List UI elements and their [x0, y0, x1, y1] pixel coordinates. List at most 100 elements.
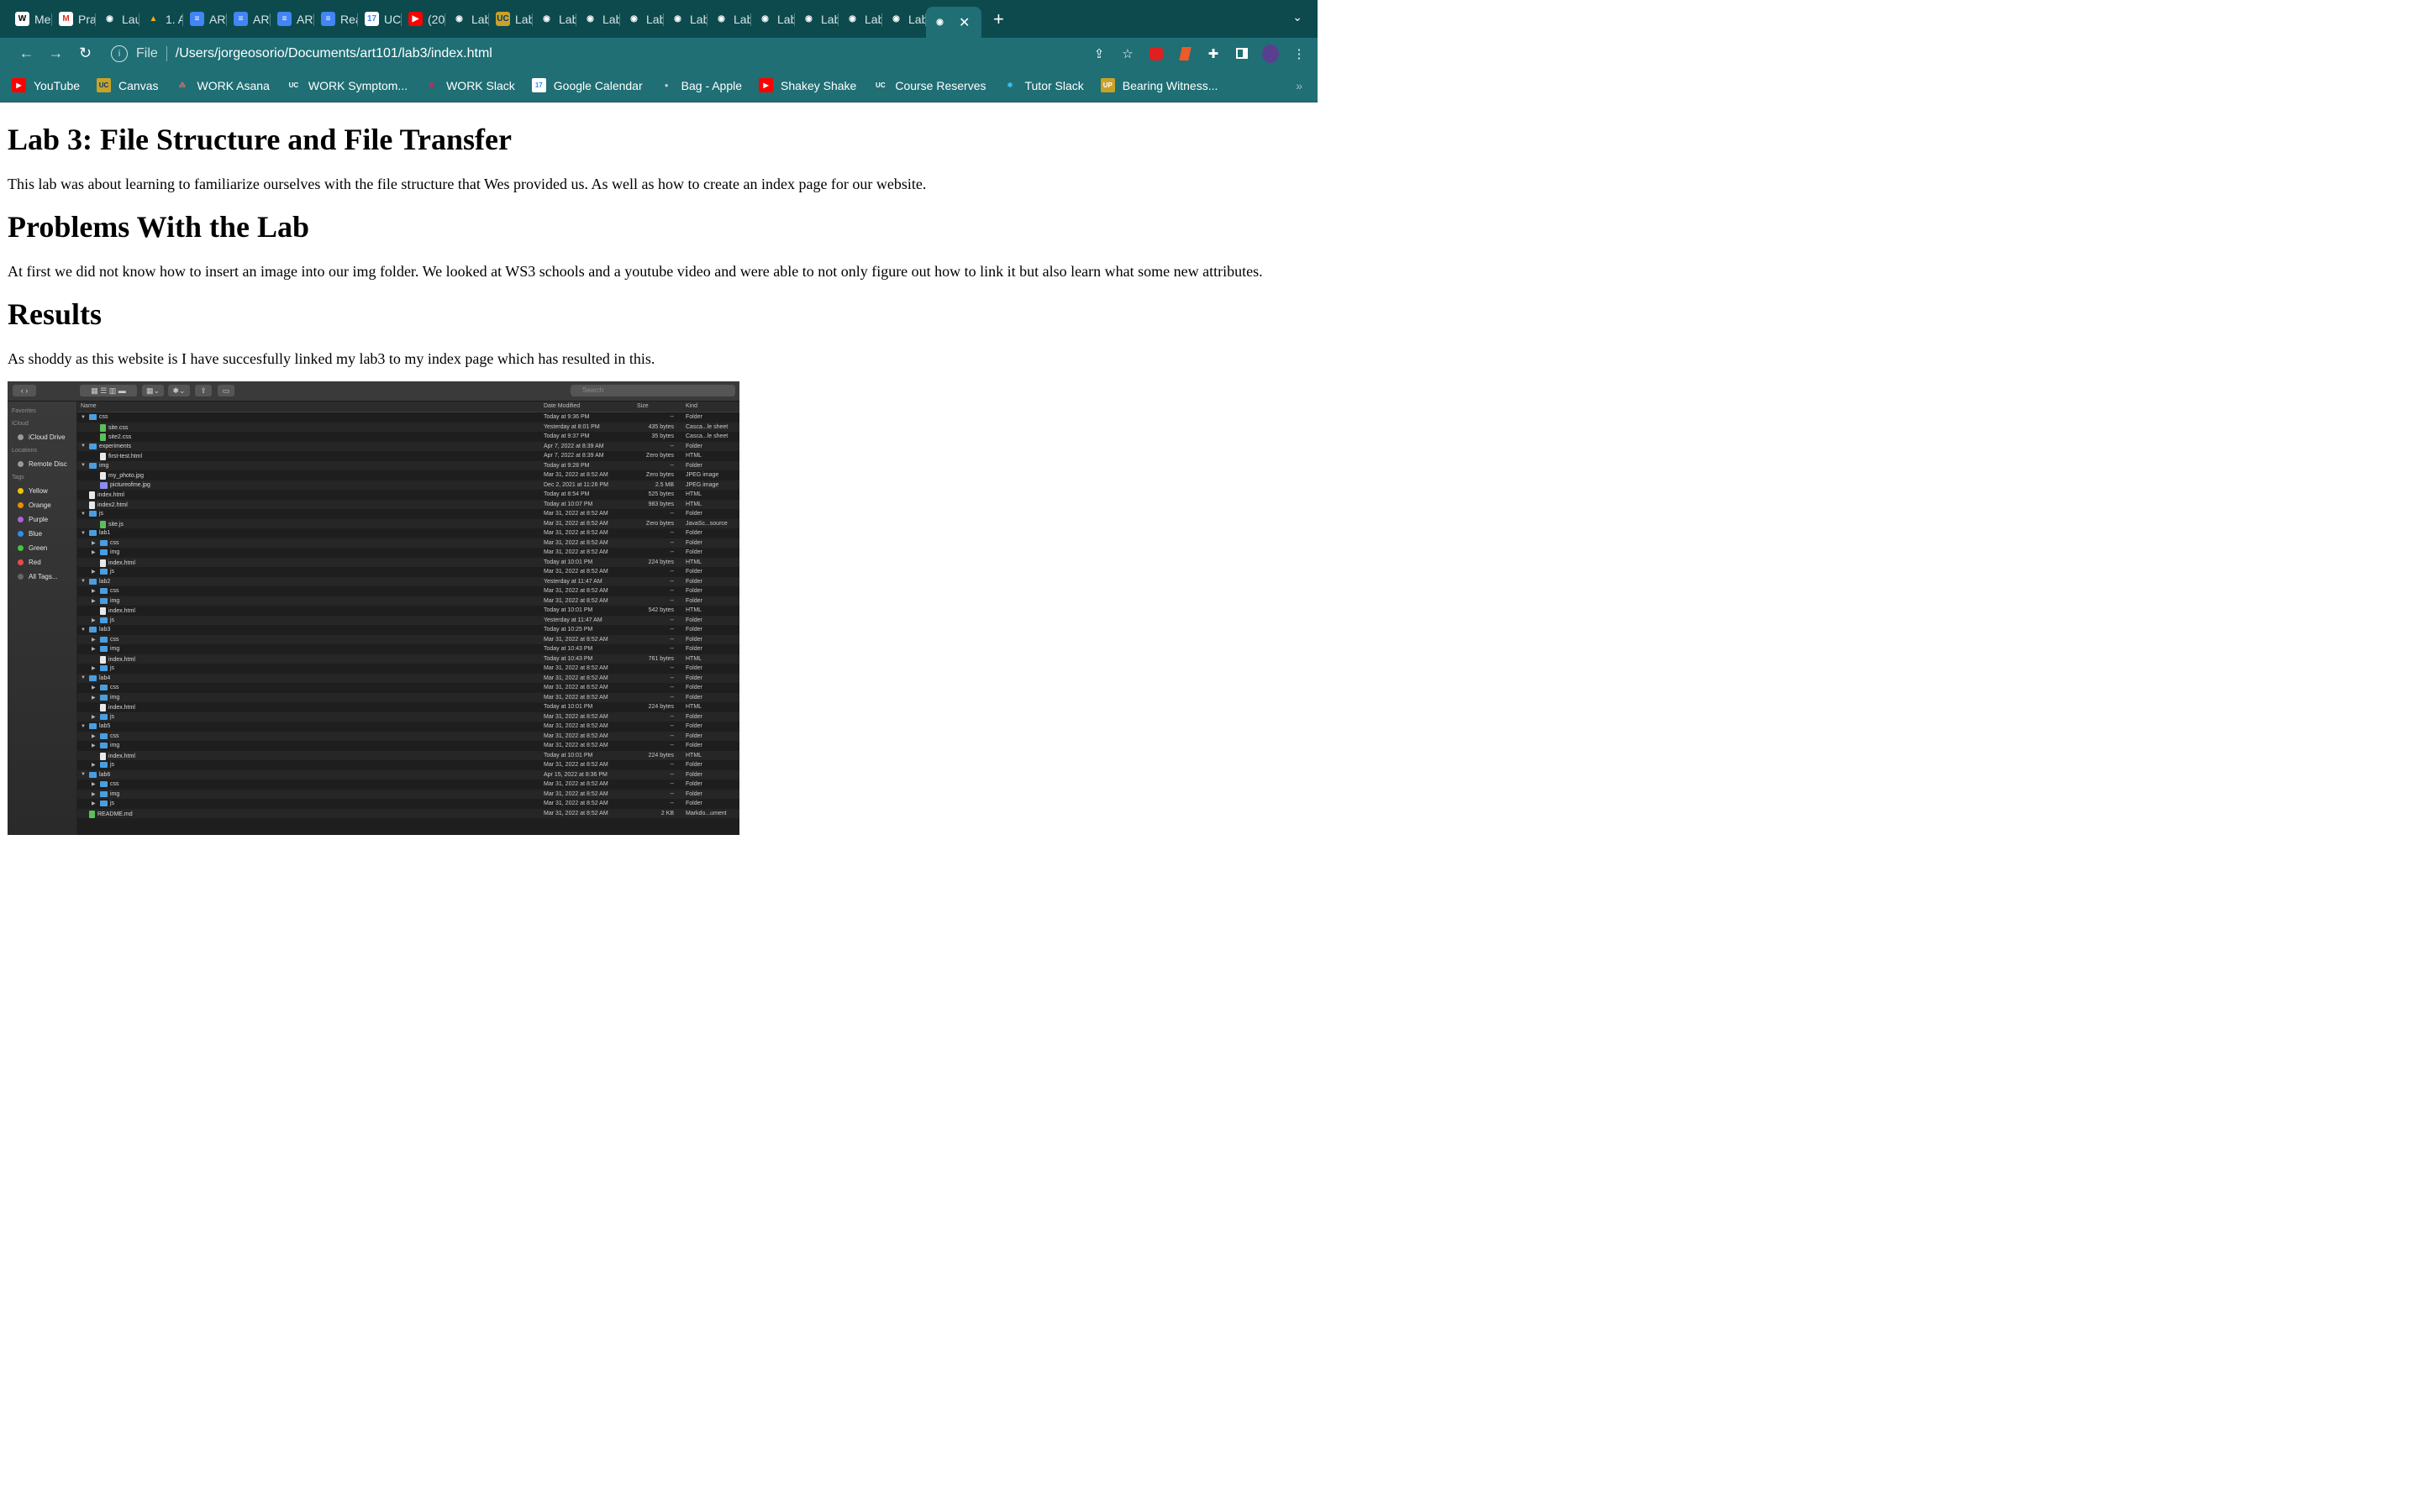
folder-icon [100, 617, 108, 623]
close-tab-icon[interactable]: ✕ [959, 14, 970, 31]
finder-row-kind: Folder [686, 694, 702, 701]
tab-12[interactable]: ◉ Lab [533, 4, 576, 34]
tab-6[interactable]: ≡ ART [271, 4, 314, 34]
finder-row-label: css [110, 781, 119, 787]
bookmark-item[interactable]: UC Course Reserves [873, 78, 986, 92]
finder-row-kind: Markdo...ument [686, 810, 727, 816]
google-docs-icon: ≡ [234, 12, 248, 26]
finder-row-label: lab6 [99, 771, 111, 778]
finder-sidebar-heading: Tags [8, 475, 76, 480]
tab-label: Lab [865, 12, 882, 26]
tab-18[interactable]: ◉ Lab [795, 4, 839, 34]
share-icon[interactable]: ⇪ [1091, 45, 1107, 62]
finder-row: ▼ lab2 Yesterday at 11:47 AM -- Folder [77, 576, 739, 586]
tab-16[interactable]: ◉ Lab [708, 4, 751, 34]
bookmark-label: WORK Slack [446, 78, 515, 92]
finder-row-name: README.md [81, 810, 133, 818]
finder-row-date: Mar 31, 2022 at 8:52 AM [544, 549, 608, 555]
google-docs-icon: ≡ [321, 12, 335, 26]
finder-sidebar-label: Green [29, 544, 48, 552]
new-tab-button[interactable]: + [993, 8, 1004, 30]
info-icon[interactable]: i [111, 45, 128, 62]
bookmark-item[interactable]: UC WORK Symptom... [287, 78, 408, 92]
bookmark-item[interactable]: ✱ WORK Slack [424, 78, 515, 92]
tab-19[interactable]: ◉ Lab [839, 4, 882, 34]
finder-toolbar: ‹ › ▦ ☰ ▥ ▬ ▦⌄ ✱⌄ ⇪ ▭ Search [8, 381, 739, 402]
finder-row-size: 224 bytes [648, 559, 674, 565]
slack-icon: ✱ [1007, 81, 1013, 89]
tab-17[interactable]: ◉ Lab [751, 4, 795, 34]
tab-10[interactable]: ◉ Lab [445, 4, 489, 34]
bookmark-item[interactable]: ▶ YouTube [12, 78, 80, 92]
finder-row-name: site.css [92, 423, 128, 432]
finder-row-size: -- [670, 743, 674, 748]
bookmark-item[interactable]: ⁂ WORK Asana [175, 78, 270, 92]
bookmark-label: Course Reserves [895, 78, 986, 92]
tab-1[interactable]: M Pra [52, 4, 96, 34]
tab-8[interactable]: 17 UC [358, 4, 402, 34]
bookmark-item[interactable]: ✱ Tutor Slack [1002, 78, 1084, 92]
finder-row: ▶ img Mar 31, 2022 at 8:52 AM -- Folder [77, 548, 739, 558]
finder-row: index.html Today at 10:01 PM 542 bytes HTML [77, 606, 739, 616]
finder-row-kind: HTML [686, 491, 702, 497]
finder-sidebar-item: Blue [8, 530, 76, 538]
globe-icon: ◉ [583, 12, 597, 26]
finder-sidebar: Favorites iCloud iCloud Drive Locations Remo… [8, 402, 76, 835]
finder-row-label: js [110, 762, 115, 768]
adblock-extension-icon[interactable] [1148, 45, 1165, 62]
finder-row-kind: HTML [686, 559, 702, 565]
youtube-icon: ▶ [12, 78, 26, 92]
tab-4[interactable]: ≡ ART [183, 4, 227, 34]
extensions-puzzle-icon[interactable]: ✚ [1205, 45, 1222, 62]
finder-row-size: -- [670, 511, 674, 517]
tab-7[interactable]: ≡ Rea [314, 4, 358, 34]
tab-20[interactable]: ◉ Lab [882, 4, 926, 34]
finder-row-kind: Folder [686, 732, 702, 739]
tab-search-chevron-icon[interactable]: ⌄ [1292, 10, 1302, 24]
address-bar[interactable]: i File /Users/jorgeosorio/Documents/art1… [101, 41, 1134, 66]
extension-orange-icon[interactable] [1176, 45, 1193, 62]
profile-avatar[interactable] [1262, 44, 1279, 63]
tab-9[interactable]: ▶ (20 [402, 4, 445, 34]
bookmarks-overflow-icon[interactable]: » [1296, 79, 1302, 92]
bookmark-item[interactable]: 17 Google Calendar [531, 78, 643, 92]
finder-row: site2.css Today at 9:37 PM 35 bytes Casca..… [77, 432, 739, 442]
tab-label: Rea [340, 12, 358, 26]
side-panel-icon[interactable] [1234, 45, 1250, 62]
finder-row-kind: Folder [686, 743, 702, 748]
tab-13[interactable]: ◉ Lab [576, 4, 620, 34]
finder-row-label: js [110, 569, 115, 575]
bookmark-item[interactable]: UC Canvas [97, 78, 158, 92]
bookmark-item[interactable]: ▶ Shakey Shake [759, 78, 856, 92]
tab-11[interactable]: UC Lab [489, 4, 533, 34]
finder-row-label: my_photo.jpg [108, 473, 145, 479]
finder-row-label: lab4 [99, 675, 111, 681]
finder-row-label: css [110, 539, 119, 546]
forward-button[interactable]: → [41, 45, 71, 62]
tab-3[interactable]: ▲ 1. A [139, 4, 183, 34]
finder-row-kind: Folder [686, 569, 702, 575]
bookmark-star-icon[interactable]: ☆ [1119, 45, 1136, 62]
finder-group-icon: ▦⌄ [142, 385, 164, 396]
disclosure-closed-icon: ▶ [92, 801, 96, 806]
back-button[interactable]: ← [12, 45, 41, 62]
tab-0[interactable]: W Mel [8, 4, 52, 34]
tab-14[interactable]: ◉ Lab [620, 4, 664, 34]
tab-5[interactable]: ≡ ART [227, 4, 271, 34]
tab-label: (20 [428, 12, 445, 26]
ucsc-icon: UC [97, 78, 112, 92]
tag-dot-icon [18, 488, 24, 494]
bookmark-item[interactable]: UP Bearing Witness... [1100, 78, 1218, 92]
address-url[interactable]: /Users/jorgeosorio/Documents/art101/lab3… [176, 46, 492, 61]
folder-icon [100, 597, 108, 604]
tab-active[interactable]: ◉ ✕ [926, 7, 981, 38]
menu-kebab-icon[interactable]: ⋮ [1291, 45, 1307, 62]
tab-15[interactable]: ◉ Lab [664, 4, 708, 34]
finder-row-label: img [99, 462, 109, 469]
bookmark-item[interactable]: ● Bag - Apple [660, 78, 742, 92]
tab-2[interactable]: ◉ Lau [96, 4, 139, 34]
disclosure-closed-icon: ▶ [92, 637, 96, 643]
finder-row-label: index.html [108, 753, 135, 759]
disclosure-open-icon: ▼ [81, 723, 86, 729]
reload-button[interactable]: ↻ [71, 45, 100, 62]
